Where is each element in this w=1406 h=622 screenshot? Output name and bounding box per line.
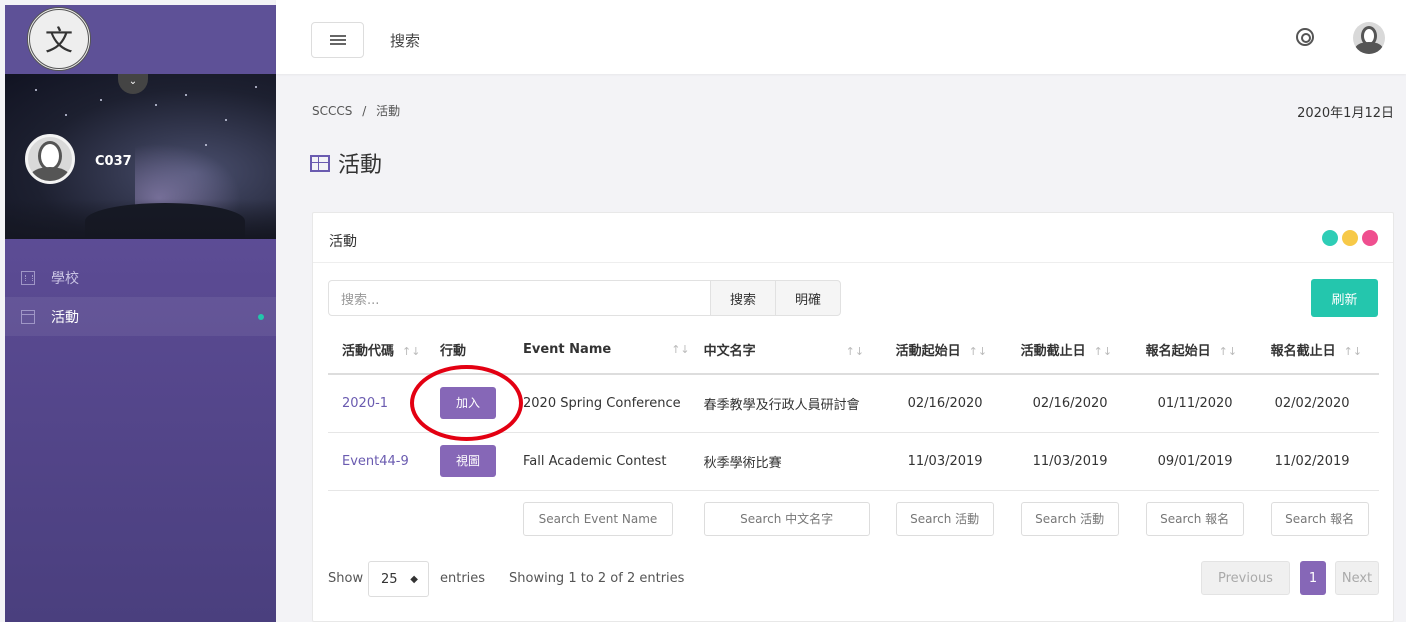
- sort-icon[interactable]: ↑↓: [846, 345, 864, 358]
- previous-button[interactable]: Previous: [1201, 561, 1290, 595]
- refresh-button[interactable]: 刷新: [1311, 279, 1378, 317]
- select-arrows-icon: ◆: [410, 573, 418, 585]
- top-search[interactable]: 搜索: [390, 30, 420, 51]
- chinese-name: 春季教學及行政人員研討會: [689, 374, 882, 433]
- next-button[interactable]: Next: [1335, 561, 1379, 595]
- action-cell: 加入: [410, 365, 523, 442]
- start-date: 11/03/2019: [881, 432, 1007, 491]
- sort-icon[interactable]: ↑↓: [1344, 345, 1362, 358]
- filter-chinese-name[interactable]: Search 中文名字: [703, 502, 870, 537]
- events-card: 活動 搜索... 搜索 明確 刷新 活動代碼 ↑↓ 行動 Event Name ↑↓…: [312, 212, 1394, 622]
- sidebar: 文 ⌄ C037 學校 活動: [5, 5, 276, 622]
- chevron-down-icon[interactable]: ⌄: [118, 74, 148, 94]
- entries-label: entries: [440, 571, 486, 586]
- window-dots: [1322, 230, 1378, 246]
- col-reg-start[interactable]: 報名起始日 ↑↓: [1131, 326, 1257, 375]
- filter-row: Search Event Name Search 中文名字 Search 活動 …: [328, 490, 1379, 552]
- chinese-name: 秋季學術比賽: [689, 432, 882, 491]
- gear-icon[interactable]: [1296, 28, 1314, 46]
- col-event-name[interactable]: Event Name ↑↓: [509, 326, 690, 375]
- current-date: 2020年1月12日: [1297, 106, 1394, 121]
- page-1-button[interactable]: 1: [1300, 561, 1326, 595]
- clear-button[interactable]: 明確: [775, 280, 841, 316]
- event-name: 2020 Spring Conference: [509, 374, 690, 433]
- topbar: 搜索: [276, 0, 1406, 74]
- search-toolbar: 搜索... 搜索 明確 刷新: [313, 263, 1393, 321]
- sidebar-item-school[interactable]: 學校: [5, 258, 276, 297]
- sidebar-item-events[interactable]: 活動: [5, 297, 276, 336]
- col-end-date[interactable]: 活動截止日 ↑↓: [1006, 326, 1132, 375]
- search-input[interactable]: 搜索...: [328, 280, 711, 316]
- table-info: Showing 1 to 2 of 2 entries: [509, 571, 685, 586]
- event-code-link[interactable]: Event44-9: [328, 432, 426, 491]
- card-title: 活動: [329, 234, 357, 250]
- col-chinese-name[interactable]: 中文名字 ↑↓: [689, 326, 882, 375]
- start-date: 02/16/2020: [881, 374, 1007, 433]
- page-title: 活動: [310, 147, 382, 179]
- dot-yellow[interactable]: [1342, 230, 1358, 246]
- page-title-text: 活動: [338, 153, 383, 178]
- sidebar-item-label: 學校: [51, 270, 79, 287]
- reg-start-date: 01/11/2020: [1131, 374, 1257, 433]
- highlight-circle: [410, 365, 523, 442]
- user-avatar[interactable]: [1353, 22, 1385, 54]
- end-date: 02/16/2020: [1006, 374, 1132, 433]
- end-date: 11/03/2019: [1006, 432, 1132, 491]
- table-row: 2020-1 加入 2020 Spring Conference 春季教學及行政…: [328, 365, 1379, 442]
- col-start-date[interactable]: 活動起始日 ↑↓: [881, 326, 1007, 375]
- logo-bar: 文: [5, 5, 276, 74]
- sidebar-item-label: 活動: [51, 309, 79, 326]
- filter-reg-end[interactable]: Search 報名: [1270, 502, 1369, 537]
- events-table: 活動代碼 ↑↓ 行動 Event Name ↑↓ 中文名字 ↑↓ 活動起始日 ↑↓ 活動…: [328, 326, 1379, 552]
- sort-icon[interactable]: ↑↓: [671, 343, 689, 356]
- sidebar-nav: 學校 活動: [5, 258, 276, 336]
- hamburger-icon: [329, 35, 346, 45]
- filter-end-date[interactable]: Search 活動: [1020, 502, 1119, 537]
- filter-reg-start[interactable]: Search 報名: [1145, 502, 1244, 537]
- event-name: Fall Academic Contest: [509, 432, 690, 491]
- reg-end-date: 11/02/2019: [1256, 432, 1379, 491]
- view-button[interactable]: 視圖: [440, 445, 496, 477]
- table-icon: [310, 154, 330, 172]
- filter-start-date[interactable]: Search 活動: [895, 502, 994, 537]
- avatar[interactable]: [25, 134, 75, 184]
- reg-start-date: 09/01/2019: [1131, 432, 1257, 491]
- school-logo[interactable]: 文: [27, 7, 91, 71]
- page-size-select[interactable]: 25 ◆: [368, 561, 429, 597]
- table-footer: Show 25 ◆ entries Showing 1 to 2 of 2 en…: [328, 561, 1380, 597]
- sort-icon[interactable]: ↑↓: [969, 345, 987, 358]
- reg-end-date: 02/02/2020: [1256, 374, 1379, 433]
- filter-event-name[interactable]: Search Event Name: [523, 502, 673, 537]
- col-event-code[interactable]: 活動代碼 ↑↓: [328, 326, 426, 375]
- breadcrumb: SCCCS / 活動: [312, 102, 400, 119]
- user-name: C037: [95, 154, 132, 169]
- calendar-icon: [21, 309, 35, 324]
- card-header: 活動: [313, 213, 1393, 263]
- show-label: Show: [328, 571, 364, 586]
- profile-panel: ⌄ C037: [5, 74, 276, 239]
- breadcrumb-root[interactable]: SCCCS: [312, 104, 352, 118]
- sort-icon[interactable]: ↑↓: [1219, 345, 1237, 358]
- search-button[interactable]: 搜索: [710, 280, 776, 316]
- dot-teal[interactable]: [1322, 230, 1338, 246]
- breadcrumb-current: 活動: [376, 104, 401, 118]
- menu-toggle-button[interactable]: [311, 22, 364, 58]
- breadcrumb-separator: /: [362, 104, 367, 118]
- col-reg-end[interactable]: 報名截止日 ↑↓: [1256, 326, 1379, 375]
- join-button[interactable]: 加入: [410, 365, 523, 442]
- sort-asc-icon[interactable]: ↑↓: [402, 345, 420, 358]
- building-icon: [21, 270, 35, 285]
- table-row: Event44-9 視圖 Fall Academic Contest 秋季學術比…: [328, 432, 1379, 491]
- sort-icon[interactable]: ↑↓: [1094, 345, 1112, 358]
- active-indicator: [258, 313, 264, 320]
- dot-pink[interactable]: [1362, 230, 1378, 246]
